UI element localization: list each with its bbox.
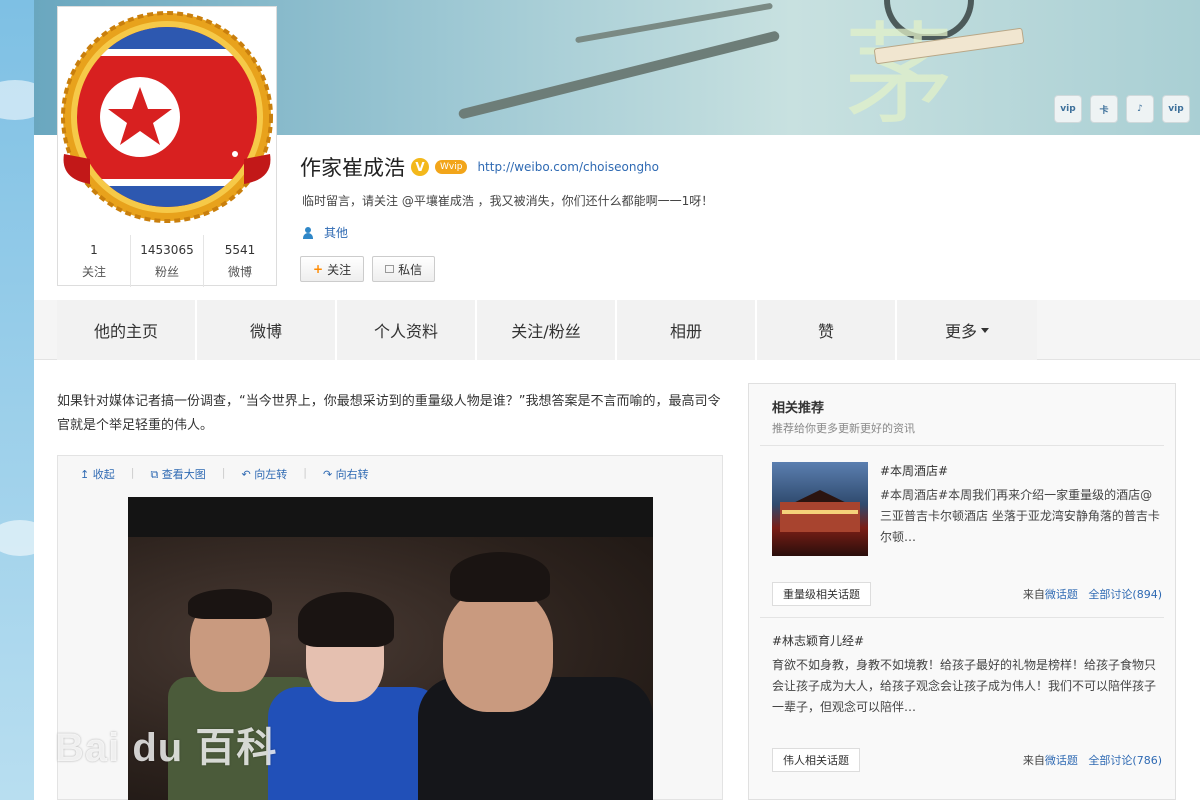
stat-label: 微博	[227, 265, 252, 279]
plus-icon: +	[313, 262, 324, 276]
from-prefix: 来自	[1022, 588, 1045, 601]
profile-name-row: 作家崔成浩 V Wvip http://weibo.com/choiseongh…	[300, 152, 659, 182]
divider: |	[130, 466, 135, 479]
follow-button[interactable]: + 关注	[300, 256, 365, 282]
avatar[interactable]	[60, 9, 274, 231]
sidebar-subtitle: 推荐给你更多更新更好的资讯	[772, 422, 915, 435]
thumb-lights	[782, 510, 858, 514]
tab-follow-fans[interactable]: 关注/粉丝	[477, 300, 617, 360]
stat-number: 5541	[224, 243, 256, 257]
banner-stick	[457, 30, 781, 120]
divider: |	[303, 466, 307, 479]
topic-title-link[interactable]: #本周酒店#	[880, 462, 1160, 479]
topic-footer: 重量级相关话题 来自微话题 全部讨论(894)	[772, 570, 1162, 606]
message-icon	[385, 265, 395, 273]
stat-following[interactable]: 1 关注	[58, 235, 131, 287]
topic-description: #本周酒店#本周我们再来介绍一家重量级的酒店@三亚普吉卡尔顿酒店 坐落于亚龙湾安…	[880, 488, 1160, 544]
card-icon[interactable]: 卡	[1090, 95, 1118, 123]
related-topic-button[interactable]: 重量级相关话题	[772, 582, 871, 606]
sidebar-title: 相关推荐	[772, 401, 825, 416]
vip-icon[interactable]: vip	[1054, 95, 1082, 123]
discussion-link[interactable]: 全部讨论(786)	[1088, 754, 1162, 767]
tab-album[interactable]: 相册	[617, 300, 757, 360]
divider: |	[221, 466, 226, 479]
topic-item: #林志颖育儿经# 育欲不如身教，身教不如境教！给孩子最好的礼物是榜样！给孩子食物…	[772, 632, 1162, 718]
media-toolbar: ↥ 收起 | ⧉ 查看大图 | ↶ 向左转 | ↷ 向右转	[80, 466, 369, 482]
related-topic-button[interactable]: 伟人相关话题	[772, 748, 860, 772]
profile-url-link[interactable]: http://weibo.com/choiseongho	[477, 160, 659, 174]
profile-stats: 1 关注 1453065 粉丝 5541 微博	[58, 235, 276, 287]
watermark-logo: Bai du 百科	[55, 726, 278, 770]
view-large-button[interactable]: ⧉ 查看大图	[150, 466, 205, 482]
stat-number: 1	[90, 243, 98, 257]
post-text: 如果针对媒体记者搞一份调查，“当今世界上，你最想采访到的重量级人物是谁？”我想答…	[57, 394, 721, 433]
verified-icon[interactable]: V	[411, 158, 429, 176]
person-icon	[302, 226, 314, 239]
photo-figure	[298, 592, 394, 647]
rotate-left-button[interactable]: ↶ 向左转	[242, 466, 288, 482]
rotate-right-label: 向右转	[335, 468, 369, 481]
message-button-label: 私信	[398, 262, 423, 277]
photo-figure	[188, 589, 272, 619]
photo-figure	[268, 687, 443, 800]
banner-stick	[574, 2, 774, 44]
stat-followers[interactable]: 1453065 粉丝	[131, 235, 204, 287]
profile-nav: 他的主页 微博 个人资料 关注/粉丝 相册 赞 更多	[34, 300, 1200, 360]
thumb-building	[780, 502, 860, 532]
topic-source-link[interactable]: 微话题	[1045, 754, 1078, 767]
tab-profile[interactable]: 个人资料	[337, 300, 477, 360]
follow-button-label: 关注	[327, 262, 352, 277]
divider	[760, 445, 1164, 446]
topic-source: 来自微话题 全部讨论(894)	[1023, 586, 1162, 602]
message-button[interactable]: 私信	[372, 256, 436, 282]
vip-icon[interactable]: vip	[1162, 95, 1190, 123]
topic-description: 育欲不如身教，身教不如境教！给孩子最好的礼物是榜样！给孩子食物只会让孩子成为大人…	[772, 658, 1157, 714]
tab-weibo[interactable]: 微博	[197, 300, 337, 360]
profile-bio: 临时留言，请关注 @平壤崔成浩 ，我又被消失，你们还什么都能啊一一1呀！	[302, 194, 714, 208]
stat-number: 1453065	[140, 243, 194, 257]
tab-home[interactable]: 他的主页	[57, 300, 197, 360]
profile-actions: + 关注 私信	[300, 256, 436, 282]
view-large-label: 查看大图	[161, 468, 206, 481]
topic-item: #本周酒店# #本周酒店#本周我们再来介绍一家重量级的酒店@三亚普吉卡尔顿酒店 …	[880, 462, 1160, 548]
vip-badges: vip 卡 ♪ vip	[1054, 95, 1190, 123]
tab-more-label: 更多	[944, 322, 977, 341]
chevron-down-icon	[981, 327, 989, 333]
rotate-left-label: 向左转	[254, 468, 288, 481]
divider	[760, 617, 1164, 618]
topic-source: 来自微话题 全部讨论(786)	[1023, 752, 1162, 768]
background-strip	[0, 0, 34, 800]
collapse-label: 收起	[92, 468, 115, 481]
discussion-link[interactable]: 全部讨论(894)	[1088, 588, 1162, 601]
tab-likes[interactable]: 赞	[757, 300, 897, 360]
from-prefix: 来自	[1022, 754, 1045, 767]
collapse-button[interactable]: ↥ 收起	[80, 466, 115, 482]
photo-figure	[443, 587, 553, 712]
photo-figure	[450, 552, 550, 602]
topic-thumbnail[interactable]	[772, 462, 868, 556]
topic-source-link[interactable]: 微话题	[1045, 588, 1078, 601]
stat-label: 关注	[81, 265, 106, 279]
tab-more[interactable]: 更多	[897, 300, 1037, 360]
topic-title-link[interactable]: #林志颖育儿经#	[772, 632, 1162, 649]
profile-name: 作家崔成浩	[300, 156, 405, 180]
topic-footer: 伟人相关话题 来自微话题 全部讨论(786)	[772, 736, 1162, 772]
music-icon[interactable]: ♪	[1126, 95, 1154, 123]
profile-tag-row: 其他	[302, 224, 348, 241]
avatar-card: 1 关注 1453065 粉丝 5541 微博	[57, 6, 277, 287]
stat-posts[interactable]: 5541 微博	[204, 235, 276, 287]
stat-label: 粉丝	[154, 265, 179, 279]
vip-tag[interactable]: Wvip	[435, 160, 468, 174]
profile-tag-link[interactable]: 其他	[324, 224, 348, 241]
rotate-right-button[interactable]: ↷ 向右转	[323, 466, 369, 482]
